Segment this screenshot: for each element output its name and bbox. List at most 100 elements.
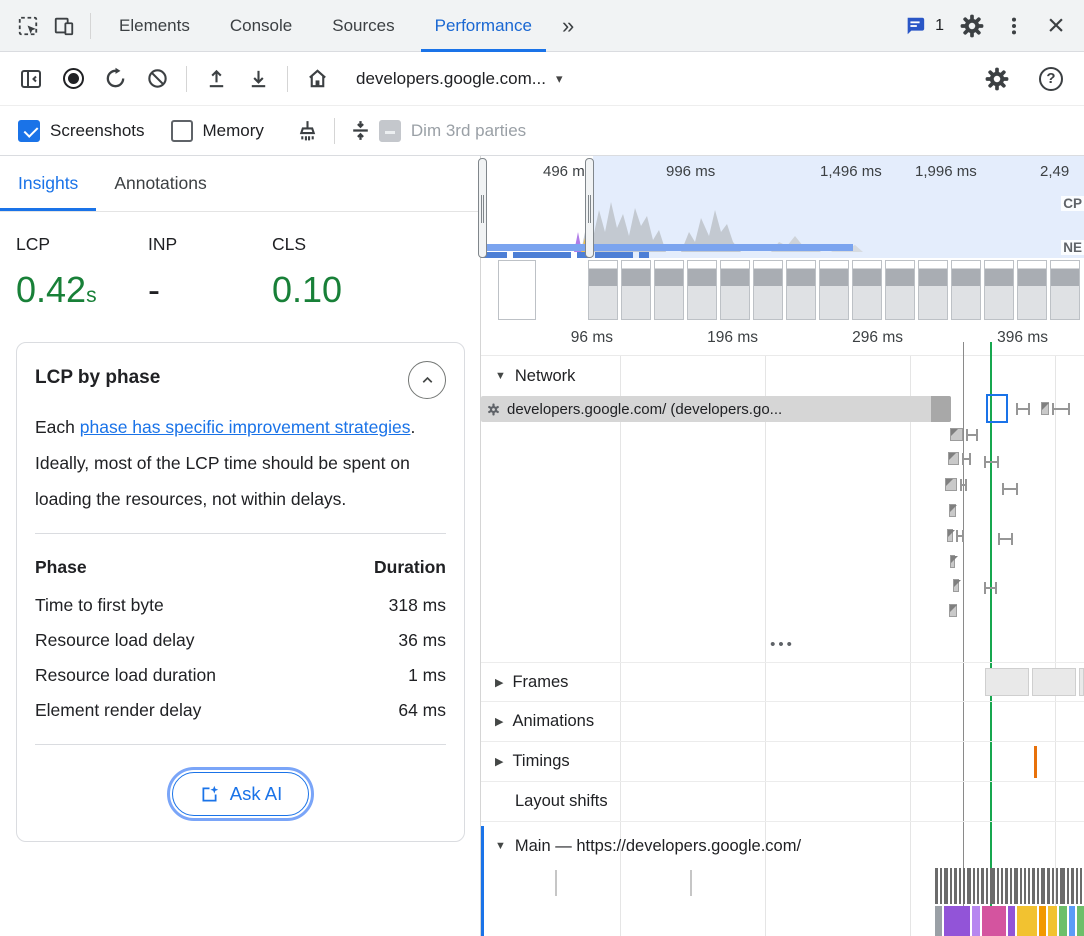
network-request-whisker[interactable] bbox=[1002, 483, 1018, 495]
screenshot-thumb[interactable] bbox=[951, 260, 981, 320]
network-request-bar[interactable] bbox=[949, 604, 957, 617]
flame-category-strip[interactable] bbox=[1077, 906, 1084, 936]
network-request-whisker[interactable] bbox=[984, 456, 999, 468]
network-request-whisker[interactable] bbox=[966, 429, 978, 441]
tab-elements[interactable]: Elements bbox=[99, 0, 210, 52]
metric-lcp[interactable]: LCP 0.42s bbox=[16, 234, 97, 311]
main-flame-activity[interactable] bbox=[935, 868, 1084, 904]
network-track-header[interactable]: ▼ Network bbox=[481, 360, 1084, 392]
frame-thumbnail[interactable] bbox=[1079, 668, 1084, 696]
clear-button[interactable] bbox=[136, 58, 178, 100]
tab-sources[interactable]: Sources bbox=[312, 0, 414, 52]
network-request-whisker[interactable] bbox=[960, 479, 967, 491]
live-metrics-button[interactable] bbox=[296, 58, 338, 100]
page-selector-dropdown[interactable]: developers.google.com... ▾ bbox=[356, 69, 562, 89]
network-request-whisker[interactable] bbox=[956, 530, 964, 542]
record-button[interactable] bbox=[52, 58, 94, 100]
flame-category-strip[interactable] bbox=[935, 906, 942, 936]
more-tabs-button[interactable]: » bbox=[552, 13, 584, 39]
screenshot-thumb[interactable] bbox=[621, 260, 651, 320]
tab-console[interactable]: Console bbox=[210, 0, 312, 52]
metric-inp[interactable]: INP - bbox=[148, 234, 177, 311]
menu-button[interactable] bbox=[996, 8, 1032, 44]
device-toolbar-button[interactable] bbox=[46, 8, 82, 44]
screenshot-thumb[interactable] bbox=[1017, 260, 1047, 320]
flame-category-strip[interactable] bbox=[982, 906, 1006, 936]
record-and-reload-button[interactable] bbox=[94, 58, 136, 100]
screenshots-label[interactable]: Screenshots bbox=[50, 121, 145, 141]
screenshot-thumb-blank[interactable] bbox=[498, 260, 536, 320]
load-profile-button[interactable] bbox=[195, 58, 237, 100]
network-request-whisker[interactable] bbox=[1016, 403, 1030, 415]
metric-cls[interactable]: CLS 0.10 bbox=[272, 234, 342, 311]
network-request-bar[interactable] bbox=[953, 579, 959, 592]
flame-category-strip[interactable] bbox=[1069, 906, 1075, 936]
improvement-strategies-link[interactable]: phase has specific improvement strategie… bbox=[80, 417, 411, 437]
collect-garbage-button[interactable] bbox=[290, 113, 326, 149]
flame-category-strip[interactable] bbox=[1048, 906, 1057, 936]
screenshot-thumb[interactable] bbox=[885, 260, 915, 320]
main-document-request[interactable]: developers.google.com/ (developers.go... bbox=[481, 396, 951, 422]
screenshot-thumb[interactable] bbox=[720, 260, 750, 320]
track-resize-handle[interactable]: ••• bbox=[481, 636, 1084, 653]
screenshots-checkbox[interactable] bbox=[18, 120, 40, 142]
animations-track-header[interactable]: ▶ Animations bbox=[481, 702, 1084, 742]
screenshot-thumb[interactable] bbox=[819, 260, 849, 320]
screenshot-thumb[interactable] bbox=[786, 260, 816, 320]
screenshot-thumb[interactable] bbox=[687, 260, 717, 320]
table-row: Time to first byte 318 ms bbox=[35, 588, 446, 623]
frame-thumbnail[interactable] bbox=[1032, 668, 1076, 696]
timings-track-header[interactable]: ▶ Timings bbox=[481, 742, 1084, 782]
page-selector-value: developers.google.com... bbox=[356, 69, 546, 89]
flame-category-strip[interactable] bbox=[1039, 906, 1046, 936]
settings-button[interactable] bbox=[954, 8, 990, 44]
tab-performance[interactable]: Performance bbox=[415, 0, 552, 52]
network-request-bar[interactable] bbox=[945, 478, 957, 491]
screenshot-thumb[interactable] bbox=[852, 260, 882, 320]
flame-category-strip[interactable] bbox=[1059, 906, 1067, 936]
window-handle-left[interactable] bbox=[478, 158, 487, 258]
capture-settings-button[interactable] bbox=[976, 58, 1018, 100]
network-request-bar[interactable] bbox=[948, 452, 959, 465]
timeline-ruler: 96 ms 196 ms 296 ms 396 ms bbox=[481, 322, 1084, 356]
memory-checkbox[interactable] bbox=[171, 120, 193, 142]
issues-button[interactable] bbox=[897, 8, 933, 44]
frame-thumbnail[interactable] bbox=[985, 668, 1029, 696]
close-devtools-button[interactable]: × bbox=[1038, 8, 1074, 44]
ask-ai-button[interactable]: Ask AI bbox=[172, 772, 309, 816]
screenshot-thumb[interactable] bbox=[654, 260, 684, 320]
tab-annotations[interactable]: Annotations bbox=[96, 156, 224, 211]
network-request-whisker[interactable] bbox=[962, 453, 971, 465]
layout-shifts-track-header[interactable]: Layout shifts bbox=[481, 782, 1084, 822]
save-profile-button[interactable] bbox=[237, 58, 279, 100]
flame-category-strip[interactable] bbox=[1008, 906, 1015, 936]
network-request-bar[interactable] bbox=[949, 504, 956, 517]
collapse-tracks-button[interactable] bbox=[343, 113, 379, 149]
flame-category-strip[interactable] bbox=[1017, 906, 1037, 936]
timeline-overview[interactable]: 496 ms 996 ms 1,496 ms 1,996 ms 2,49 CP … bbox=[481, 156, 1084, 322]
timing-event-tick[interactable] bbox=[1034, 746, 1037, 778]
network-request-bar[interactable] bbox=[950, 428, 963, 441]
toggle-sidebar-button[interactable] bbox=[10, 58, 52, 100]
network-request-bar[interactable] bbox=[950, 555, 955, 568]
inspect-element-button[interactable] bbox=[10, 8, 46, 44]
screenshot-thumb[interactable] bbox=[1050, 260, 1080, 320]
flame-category-strip[interactable] bbox=[944, 906, 970, 936]
network-request-whisker[interactable] bbox=[984, 582, 997, 594]
collapse-card-button[interactable] bbox=[408, 361, 446, 399]
help-button[interactable]: ? bbox=[1030, 58, 1072, 100]
flame-category-strip[interactable] bbox=[972, 906, 980, 936]
main-thread-track-header[interactable]: ▼ Main — https://developers.google.com/ bbox=[481, 826, 1084, 866]
timings-track-label: Timings bbox=[512, 752, 569, 771]
tab-insights[interactable]: Insights bbox=[0, 156, 96, 211]
network-request-bar[interactable] bbox=[1041, 402, 1049, 415]
network-request-whisker[interactable] bbox=[998, 533, 1013, 545]
network-request-bar[interactable] bbox=[947, 529, 953, 542]
screenshot-thumb[interactable] bbox=[588, 260, 618, 320]
memory-label[interactable]: Memory bbox=[203, 121, 264, 141]
screenshot-thumb[interactable] bbox=[753, 260, 783, 320]
screenshot-thumb[interactable] bbox=[918, 260, 948, 320]
network-request-whisker[interactable] bbox=[1052, 403, 1070, 415]
screenshot-thumb[interactable] bbox=[984, 260, 1014, 320]
window-handle-right[interactable] bbox=[585, 158, 594, 258]
